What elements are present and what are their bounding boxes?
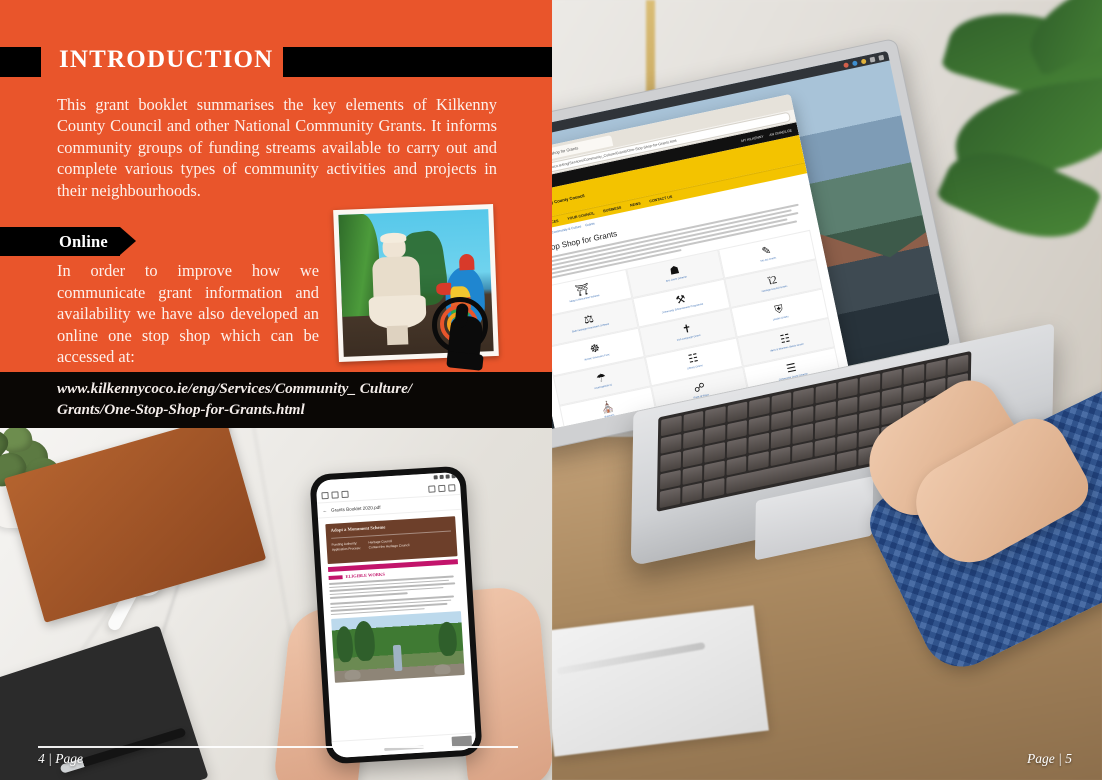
pdf-body-text bbox=[328, 575, 461, 616]
pdf-section-heading-text: ELIGIBLE WORKS bbox=[345, 571, 385, 580]
grant-category-icon: ☂ bbox=[595, 371, 608, 386]
grant-category-label: Museums bbox=[603, 413, 615, 419]
back-arrow-icon[interactable]: ← bbox=[322, 508, 327, 513]
breadcrumb-grants[interactable]: Grants bbox=[585, 221, 595, 227]
online-paragraph: In order to improve how we communicate g… bbox=[57, 261, 319, 367]
left-page: INTRODUCTION This grant booklet summaris… bbox=[0, 0, 552, 780]
grant-category-label: Arts Grant Scheme bbox=[665, 275, 688, 283]
pdf-hero-block: Adopt a Monument Scheme Funding Authorit… bbox=[325, 516, 458, 565]
grant-category-label: Local Agenda 21 bbox=[593, 383, 613, 391]
pdf-document-title: Grants Booklet 2020.pdf bbox=[330, 504, 381, 513]
pdf-photo-monument bbox=[331, 611, 465, 684]
costumed-performer bbox=[368, 236, 427, 346]
folio-left: 4 | Page bbox=[38, 751, 83, 766]
hands-holding-phone-photo: ← Grants Booklet 2020.pdf Adopt a Monume… bbox=[0, 428, 552, 780]
online-tag-label: Online bbox=[59, 231, 108, 251]
grant-category-icon: ☸ bbox=[589, 342, 602, 356]
utility-link-an-ghaeilge[interactable]: AN GHAEILGE bbox=[769, 128, 792, 137]
grant-category-icon: ⛨ bbox=[773, 303, 785, 317]
url-line-1: www.kilkennycoco.ie/eng/Services/Communi… bbox=[57, 380, 413, 397]
phone-screen: ← Grants Booklet 2020.pdf Adopt a Monume… bbox=[315, 471, 477, 759]
tap-gesture-icon bbox=[430, 295, 500, 371]
grant-category-icon: ἳ2 bbox=[767, 273, 779, 288]
heading-bar-right bbox=[283, 47, 552, 77]
grant-category-label: Leader Grants bbox=[772, 315, 789, 322]
folio-right: Page | 5 bbox=[1027, 751, 1072, 766]
tag-arrow-icon bbox=[119, 227, 136, 255]
one-stop-shop-url[interactable]: www.kilkennycoco.ie/eng/Services/Communi… bbox=[57, 378, 527, 420]
grant-category-icon: ⚒ bbox=[674, 293, 687, 308]
page-title: INTRODUCTION bbox=[59, 46, 274, 73]
pdf-page: Adopt a Monument Scheme Funding Authorit… bbox=[318, 510, 472, 690]
grant-category-icon: ☷ bbox=[779, 332, 792, 347]
pdf-hero-col-2: Heritage Council Contact the Heritage Co… bbox=[368, 539, 410, 550]
grant-category-icon: ☷ bbox=[687, 352, 700, 366]
grant-category-icon: ✝ bbox=[681, 322, 693, 337]
nav-item-news[interactable]: NEWS bbox=[630, 201, 641, 207]
online-tag: Online bbox=[0, 227, 136, 256]
smartphone: ← Grants Booklet 2020.pdf Adopt a Monume… bbox=[309, 465, 483, 765]
grant-category-icon: ⚖ bbox=[582, 312, 595, 327]
booklet-spread: INTRODUCTION This grant booklet summaris… bbox=[0, 0, 1102, 780]
utility-link-my-kilkenny[interactable]: MY KILKENNY bbox=[741, 134, 764, 143]
intro-paragraph: This grant booklet summarises the key el… bbox=[57, 95, 497, 200]
url-line-2: Grants/One-Stop-Shop-for-Grants.html bbox=[57, 401, 305, 418]
heading-bar-left bbox=[0, 47, 41, 77]
grant-category-icon: ☗ bbox=[668, 263, 681, 278]
site-brand-text: Kilkenny County Council bbox=[552, 192, 585, 208]
grant-category-icon: ☰ bbox=[785, 361, 798, 376]
footer-rule-left bbox=[38, 746, 518, 748]
grant-category-icon: ✎ bbox=[760, 244, 773, 259]
right-page: One Stop Shop for Grants ‹ › ↻ www.kilke… bbox=[552, 0, 1102, 780]
pdf-hero-col-1: Funding Authority: Application Process: bbox=[331, 541, 361, 552]
